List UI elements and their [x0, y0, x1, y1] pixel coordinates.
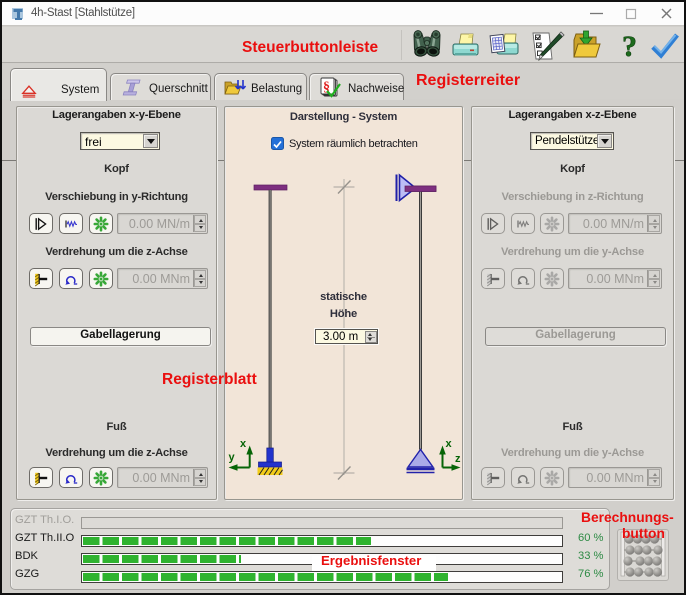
svg-text:x: x: [240, 438, 247, 450]
svg-text:x: x: [446, 438, 453, 450]
svg-text:y: y: [229, 452, 236, 464]
svg-text:?: ?: [622, 30, 637, 62]
svg-text:z: z: [455, 453, 461, 465]
